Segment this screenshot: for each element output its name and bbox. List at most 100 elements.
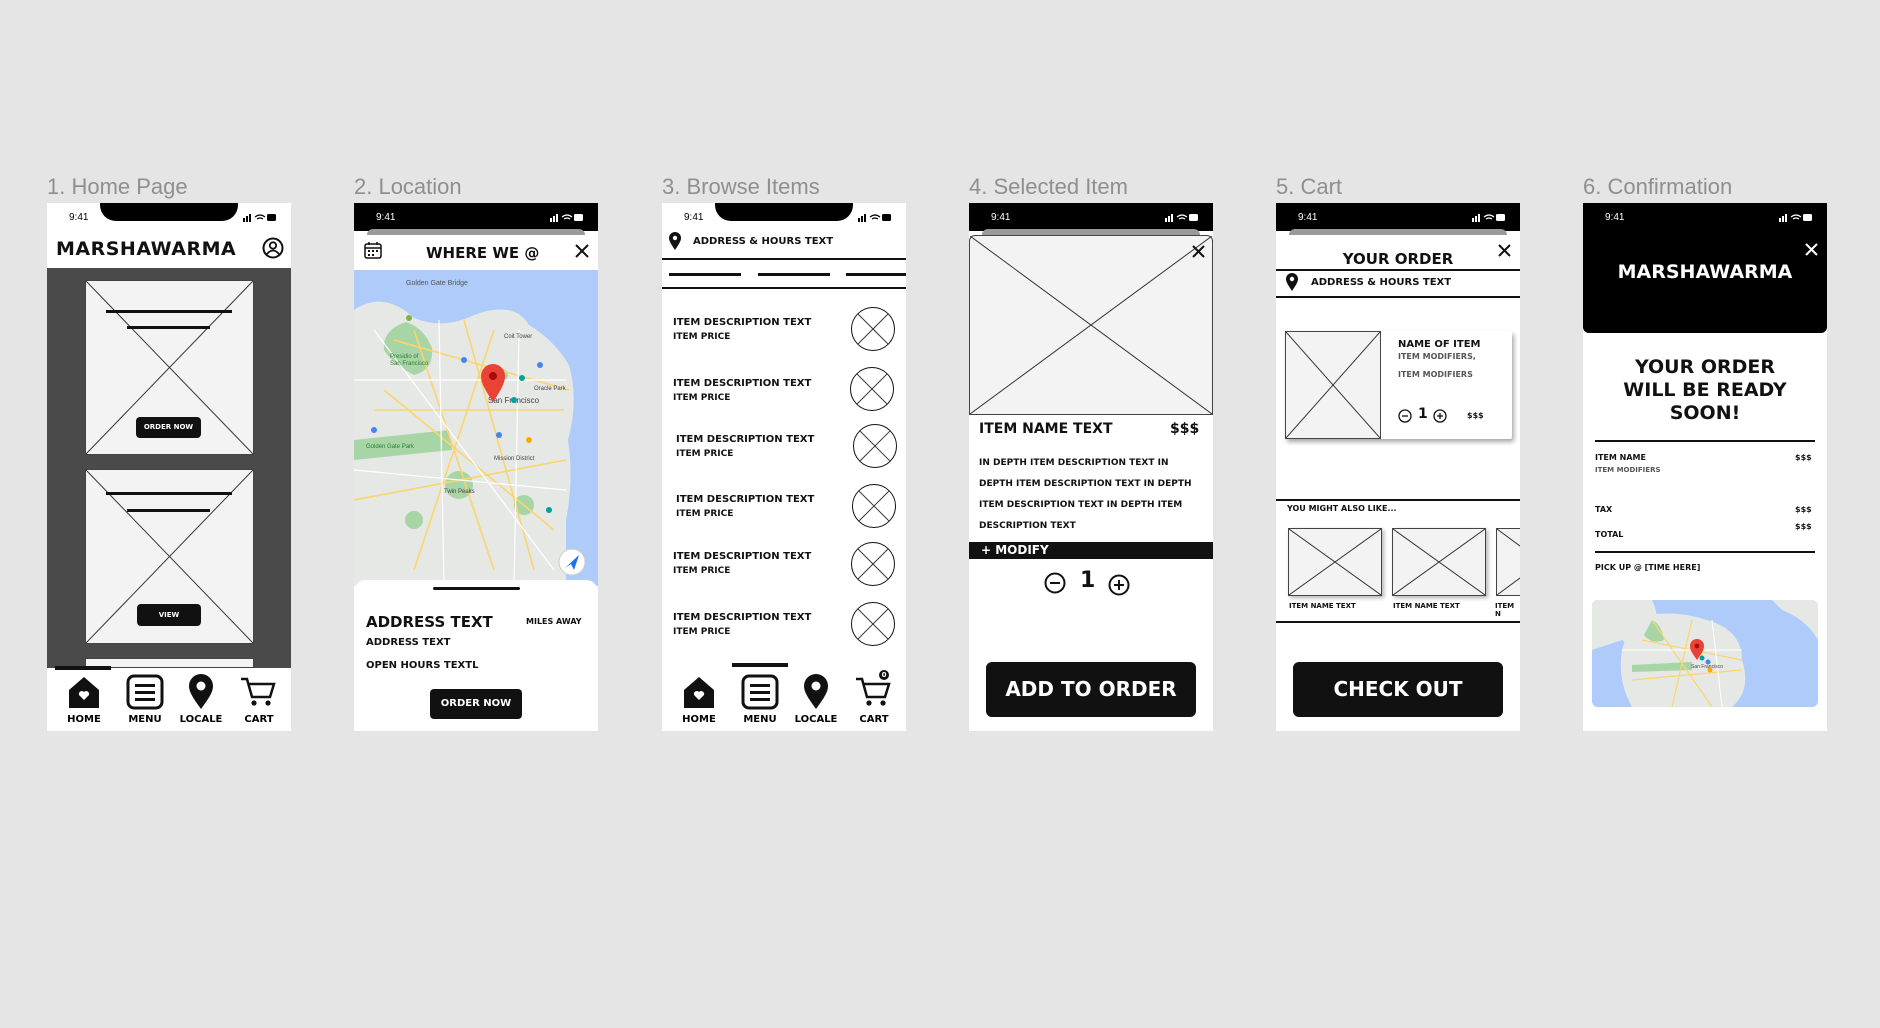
suggestion-image[interactable] [1288,528,1382,596]
decrease-quantity-icon[interactable] [1398,409,1412,423]
brand-title: MARSHAWARMA [56,238,237,260]
location-pin-icon [1286,273,1298,291]
nav-menu-label: MENU [128,714,162,725]
sheet-handle[interactable] [433,587,520,590]
cart-item-modifiers: ITEM MODIFIERS, [1398,352,1476,361]
home-icon[interactable] [67,674,101,710]
item-desc[interactable]: ITEM DESCRIPTION TEXT [673,551,811,562]
item-desc[interactable]: ITEM DESCRIPTION TEXT [673,378,811,389]
close-icon[interactable] [574,243,590,259]
close-icon[interactable] [1191,244,1206,259]
item-thumbnail[interactable] [851,542,895,586]
svg-text:Twin Peaks: Twin Peaks [444,489,475,495]
address-hours: ADDRESS & HOURS TEXT [1311,277,1452,288]
frame-label-browse: 3. Browse Items [662,174,820,199]
suggestions-title: YOU MIGHT ALSO LIKE... [1287,504,1397,513]
locale-pin-icon[interactable] [187,674,215,710]
selected-item-screen: 9:41 ITEM NAME TEXT $$$ IN DEPTH ITEM DE… [969,203,1213,731]
map-graphic: Golden Gate Bridge Presidio of San Franc… [354,270,598,586]
status-bar: 9:41 [662,203,906,231]
decrease-quantity-icon[interactable] [1044,572,1066,594]
order-now-button[interactable]: ORDER NOW [430,689,522,719]
nav-menu-label: MENU [743,714,777,725]
quantity-value: 1 [1080,568,1096,593]
close-icon[interactable] [1804,242,1819,257]
item-price: ITEM PRICE [673,393,731,403]
item-thumbnail[interactable] [851,602,895,646]
promo2-subtitle-line [127,509,210,512]
suggestion-image[interactable] [1496,528,1520,596]
nav-cart-label: CART [859,714,889,725]
increase-quantity-icon[interactable] [1433,409,1447,423]
address-divider [1276,296,1520,298]
item-desc[interactable]: ITEM DESCRIPTION TEXT [676,494,814,505]
home-icon[interactable] [682,674,716,710]
cart-item-modifiers: ITEM MODIFIERS [1398,370,1473,379]
item-name: ITEM NAME TEXT [979,421,1113,437]
item-price: ITEM PRICE [673,332,731,342]
open-hours: OPEN HOURS TEXTL [366,660,479,671]
map-graphic: San Francisco [1592,600,1818,707]
item-price: $$$ [1170,421,1200,437]
close-icon[interactable] [1497,243,1512,258]
cart-icon[interactable] [855,676,891,708]
item-price: ITEM PRICE [676,449,734,459]
item-description-line: ITEM DESCRIPTION TEXT IN DEPTH ITEM [979,500,1183,510]
suggestion-image[interactable] [1392,528,1486,596]
add-to-order-button[interactable]: ADD TO ORDER [986,662,1196,717]
signal-wifi-battery-icon [550,214,583,222]
item-desc[interactable]: ITEM DESCRIPTION TEXT [673,317,811,328]
menu-icon[interactable] [741,674,779,710]
status-bar: 9:41 [1276,203,1520,231]
status-time: 9:41 [376,212,396,223]
status-bar: 9:41 [354,203,598,231]
checkout-button[interactable]: CHECK OUT [1293,662,1503,717]
status-bar: 9:41 [47,203,291,231]
item-thumbnail[interactable] [852,484,896,528]
item-thumbnail[interactable] [851,307,895,351]
svg-text:San Francisco: San Francisco [390,361,429,367]
promo-subtitle-line [127,326,210,329]
status-time: 9:41 [1298,212,1318,223]
tax-value: $$$ [1795,505,1812,514]
item-price: ITEM PRICE [673,627,731,637]
item-desc[interactable]: ITEM DESCRIPTION TEXT [673,612,811,623]
notch [100,203,238,221]
increase-quantity-icon[interactable] [1108,574,1130,596]
locale-pin-icon[interactable] [802,674,830,710]
order-item-price: $$$ [1795,453,1812,462]
order-now-button[interactable]: ORDER NOW [136,417,201,438]
svg-text:San Francisco: San Francisco [1691,664,1723,670]
item-thumbnail[interactable] [850,367,894,411]
category-tab-1[interactable] [669,273,741,276]
menu-icon[interactable] [126,674,164,710]
pickup-time: PICK UP @ [TIME HERE] [1595,563,1701,572]
svg-text:Mission District: Mission District [494,456,535,462]
nav-locale-label: LOCALE [179,714,223,725]
pickup-map[interactable]: San Francisco [1592,600,1818,707]
item-desc[interactable]: ITEM DESCRIPTION TEXT [676,434,814,445]
category-tab-3[interactable] [846,273,906,276]
suggestion-name: ITEM NAME TEXT [1393,602,1460,610]
location-map[interactable]: Golden Gate Bridge Presidio of San Franc… [354,270,598,586]
cart-icon[interactable] [240,676,276,708]
nav-home-label: HOME [67,714,101,725]
svg-text:Coit Tower: Coit Tower [504,334,532,340]
nav-cart-label: CART [244,714,274,725]
address-hours: ADDRESS & HOURS TEXT [693,236,834,247]
view-button[interactable]: VIEW [137,604,201,626]
category-tab-2[interactable] [758,273,830,276]
nav-home-label: HOME [682,714,716,725]
status-time: 9:41 [684,212,704,223]
svg-text:Presidio of: Presidio of [390,354,419,360]
calendar-icon[interactable] [364,241,382,259]
modify-label[interactable]: + MODIFY [981,543,1049,557]
cart-title: YOUR ORDER [1342,250,1454,268]
suggestion-name: ITEM NAME TEXT [1289,602,1356,610]
suggestions-divider [1276,499,1520,501]
header-divider [662,258,906,260]
item-thumbnail[interactable] [853,424,897,468]
frame-label-selected: 4. Selected Item [969,174,1128,199]
profile-icon[interactable] [262,237,284,259]
summary-divider [1595,440,1815,442]
